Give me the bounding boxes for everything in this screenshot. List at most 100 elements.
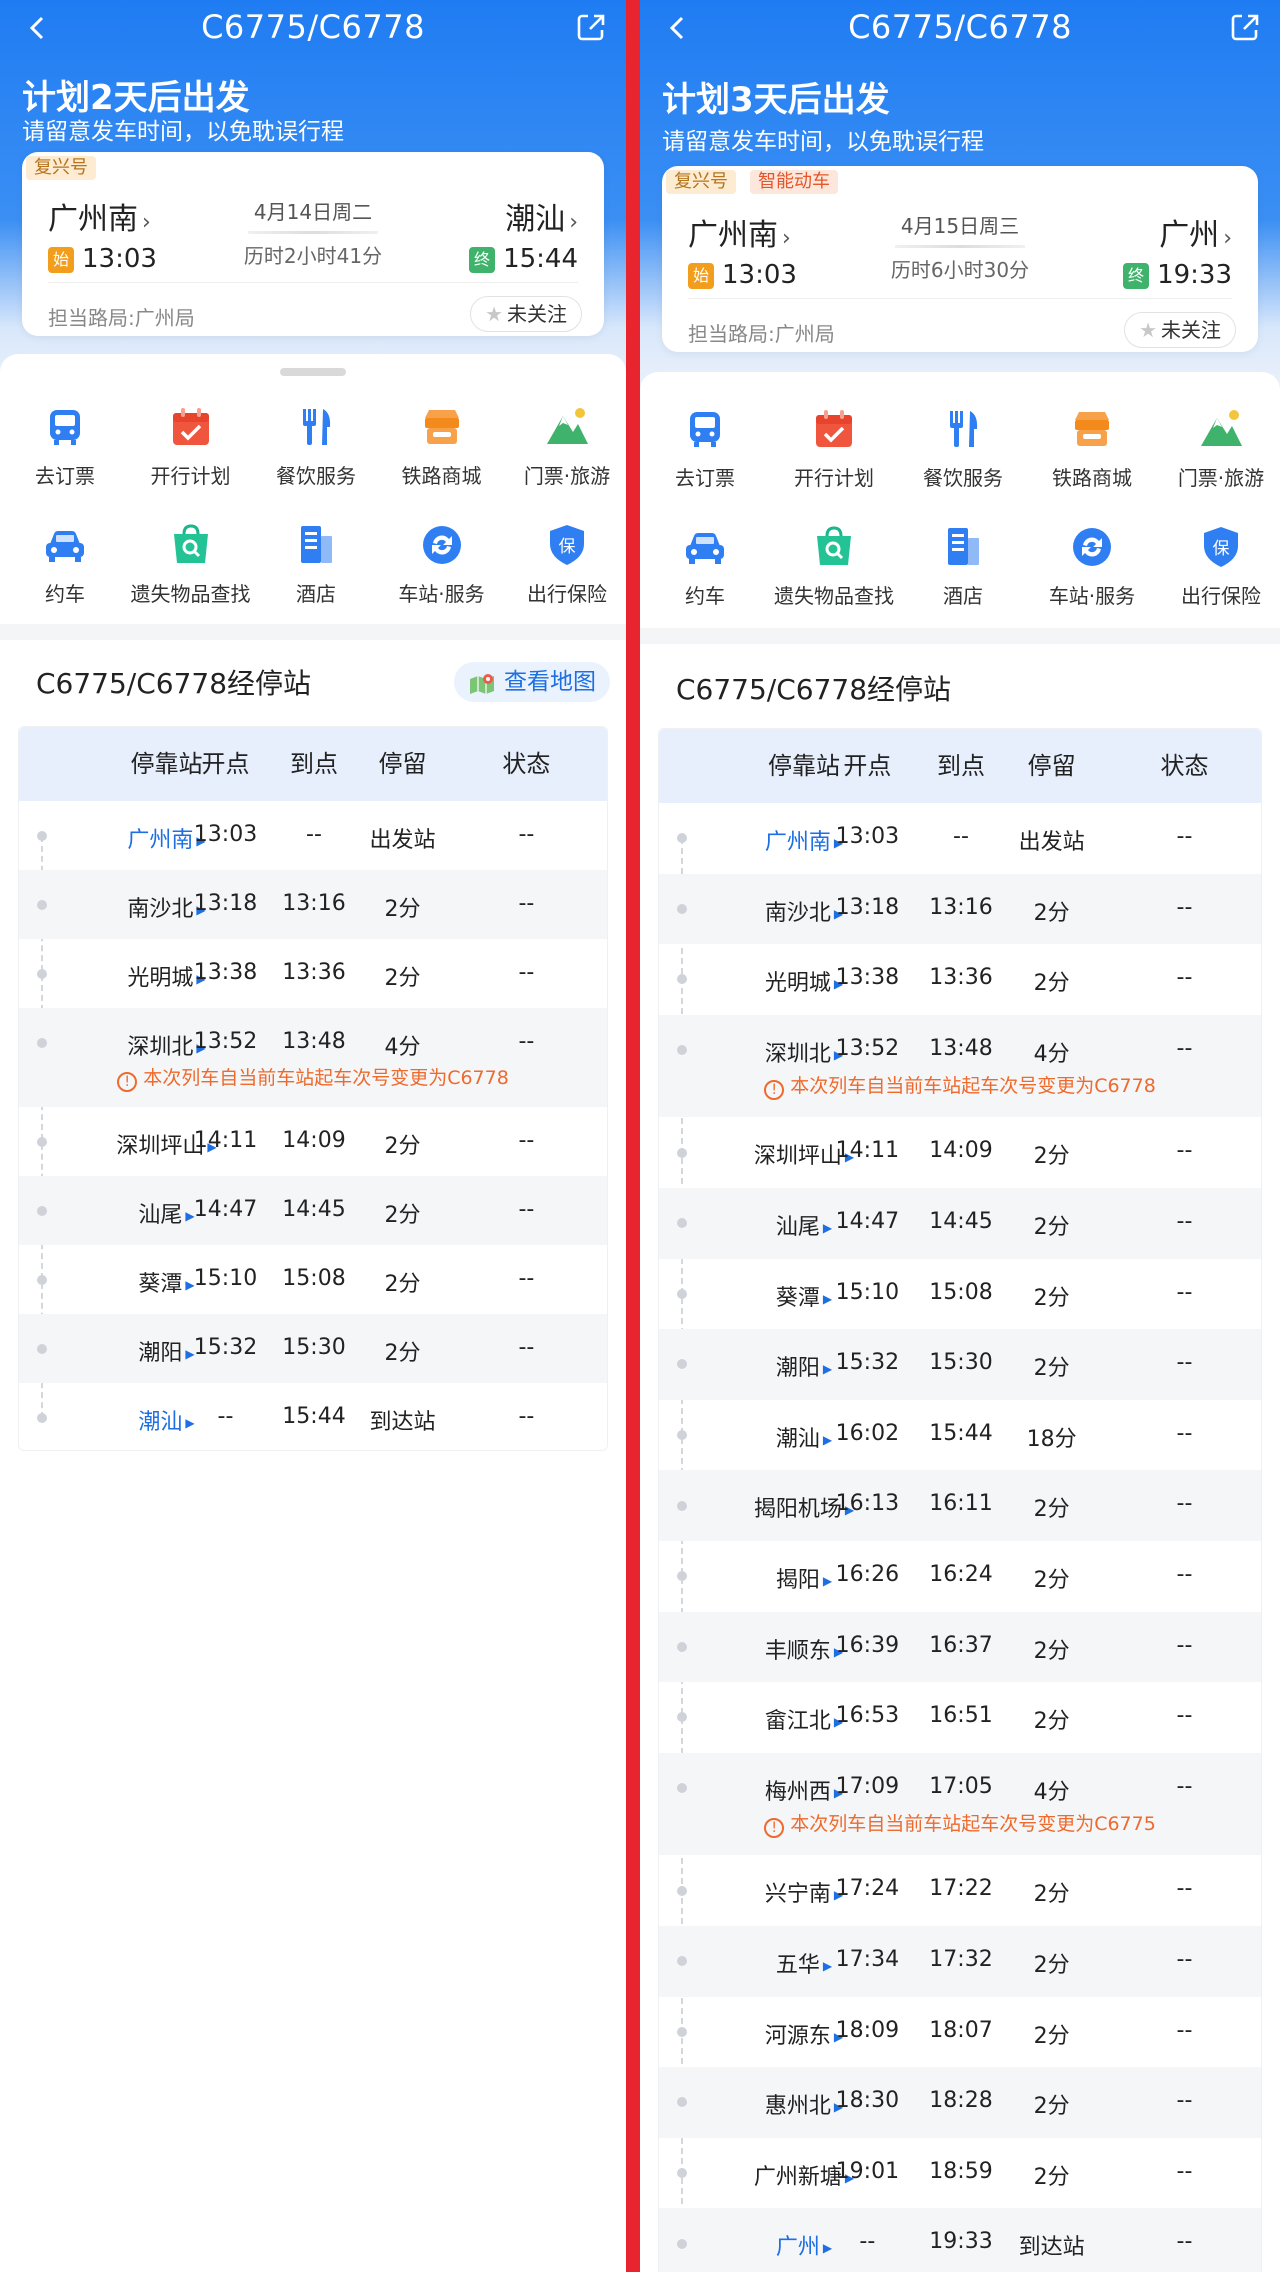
- origin-station[interactable]: 广州南 ›: [688, 210, 791, 254]
- share-icon[interactable]: [1230, 12, 1260, 42]
- stop-status: --: [1176, 2229, 1193, 2255]
- stop-dot: [677, 1045, 687, 1056]
- tickets-travel-button[interactable]: 门票·旅游: [1158, 406, 1280, 491]
- railway-mall-button[interactable]: 铁路商城: [379, 404, 505, 489]
- service-label: 酒店: [296, 582, 336, 606]
- stop-status: --: [1176, 1632, 1193, 1658]
- travel-date: 4月14日周二: [253, 200, 373, 224]
- stop-dot: [677, 2238, 687, 2249]
- terminal-station[interactable]: 潮汕 ›: [505, 194, 578, 238]
- table-row[interactable]: 南沙北 ▶ 13:18 13:16 2分 --: [659, 873, 1261, 945]
- table-row[interactable]: 汕尾 ▶ 14:47 14:45 2分 --: [19, 1176, 607, 1245]
- train-number-change-note: ! 本次列车自当前车站起车次号变更为C6775: [659, 1809, 1261, 1839]
- section-gap: [640, 628, 1280, 644]
- car-hailing-button[interactable]: 约车: [2, 522, 128, 607]
- table-row[interactable]: 深圳北 ▶ 13:52 13:48 4分 --! 本次列车自当前车站起车次号变更为C6778: [659, 1014, 1261, 1118]
- station-service-button[interactable]: 车站·服务: [379, 522, 505, 607]
- table-row[interactable]: 光明城 ▶ 13:38 13:36 2分 --: [19, 939, 607, 1008]
- stops-table: 停靠站 开点 到点 停留 状态 广州南 ▶ 13:03 -- 出发站 -- 南沙北 ▶ 13:18 13:1…: [658, 728, 1262, 2272]
- service-label: 遗失物品查找: [130, 582, 251, 606]
- mall-icon: [1069, 406, 1115, 452]
- view-map-button[interactable]: 查看地图: [454, 662, 610, 702]
- lost-found-button[interactable]: 遗失物品查找: [128, 522, 254, 607]
- terminal-station-name: 潮汕: [505, 202, 566, 237]
- trip-duration: 历时6小时30分: [890, 258, 1030, 282]
- table-row[interactable]: 潮汕 ▶ 16:02 15:44 18分 --: [659, 1400, 1261, 1471]
- table-row[interactable]: 深圳北 ▶ 13:52 13:48 4分 --! 本次列车自当前车站起车次号变更为C6778: [19, 1008, 607, 1107]
- stop-status: --: [518, 1128, 535, 1153]
- table-row[interactable]: 河源东 ▶ 18:09 18:07 2分 --: [659, 1997, 1261, 2068]
- table-row[interactable]: 潮阳 ▶ 15:32 15:30 2分 --: [19, 1314, 607, 1383]
- right-screen: C6775/C6778 计划3天后出发 请留意发车时间，以免耽误行程 复兴号 智能动车广…: [640, 0, 1280, 2272]
- plan-icon: [168, 404, 214, 450]
- station-service-button[interactable]: 车站·服务: [1029, 524, 1155, 609]
- table-row[interactable]: 畲江北 ▶ 16:53 16:51 2分 --: [659, 1682, 1261, 1753]
- table-row[interactable]: 潮阳 ▶ 15:32 15:30 2分 --: [659, 1329, 1261, 1400]
- book-ticket-button[interactable]: 去订票: [2, 404, 128, 489]
- table-row[interactable]: 广州 ▶ -- 19:33 到达站 --: [659, 2208, 1261, 2272]
- travel-insurance-button[interactable]: 保出行保险: [1158, 524, 1280, 609]
- table-row[interactable]: 深圳坪山 ▶ 14:11 14:09 2分 --: [659, 1117, 1261, 1188]
- stop-status: --: [518, 960, 535, 985]
- terminal-station[interactable]: 广州 ›: [1159, 210, 1232, 254]
- car-hailing-button[interactable]: 约车: [642, 524, 768, 609]
- stop-dot: [37, 899, 47, 910]
- table-row[interactable]: 广州南 ▶ 13:03 -- 出发站 --: [659, 803, 1261, 874]
- stop-duration: 2分: [1033, 2094, 1070, 2120]
- table-row[interactable]: 揭阳机场 ▶ 16:13 16:11 2分 --: [659, 1470, 1261, 1541]
- chevron-right-icon: ›: [782, 226, 791, 251]
- table-row[interactable]: 五华 ▶ 17:34 17:32 2分 --: [659, 1926, 1261, 1997]
- railway-mall-button[interactable]: 铁路商城: [1029, 406, 1155, 491]
- table-row[interactable]: 广州新塘 ▶ 19:01 18:59 2分 --: [659, 2138, 1261, 2209]
- table-row[interactable]: 兴宁南 ▶ 17:24 17:22 2分 --: [659, 1855, 1261, 1926]
- stop-dot: [37, 1343, 47, 1354]
- table-row[interactable]: 广州南 ▶ 13:03 -- 出发站 --: [19, 801, 607, 870]
- table-row[interactable]: 南沙北 ▶ 13:18 13:16 2分 --: [19, 870, 607, 939]
- table-row[interactable]: 汕尾 ▶ 14:47 14:45 2分 --: [659, 1188, 1261, 1259]
- table-row[interactable]: 梅州西 ▶ 17:09 17:05 4分 --! 本次列车自当前车站起车次号变更为C6775: [659, 1752, 1261, 1856]
- table-row[interactable]: 惠州北 ▶ 18:30 18:28 2分 --: [659, 2067, 1261, 2138]
- dining-service-button[interactable]: 餐饮服务: [253, 404, 379, 489]
- table-row[interactable]: 丰顺东 ▶ 16:39 16:37 2分 --: [659, 1611, 1261, 1683]
- dining-service-button[interactable]: 餐饮服务: [900, 406, 1026, 491]
- tickets-travel-button[interactable]: 门票·旅游: [504, 404, 626, 489]
- warning-icon: !: [764, 1818, 785, 1839]
- stop-dot: [37, 830, 47, 841]
- hotel-button[interactable]: 酒店: [253, 522, 379, 607]
- station-service-icon: [419, 522, 465, 568]
- stop-duration: 2分: [384, 1272, 421, 1297]
- fuxing-tag: 复兴号: [666, 170, 736, 194]
- stop-dot: [37, 1205, 47, 1216]
- hotel-button[interactable]: 酒店: [900, 524, 1026, 609]
- stop-duration: 4分: [1033, 1779, 1070, 1805]
- follow-button[interactable]: ★ 未关注: [470, 296, 582, 332]
- train-plan-button[interactable]: 开行计划: [771, 406, 897, 491]
- service-label: 餐饮服务: [276, 464, 356, 488]
- stop-status: --: [1176, 1138, 1193, 1164]
- star-icon: ★: [1139, 318, 1157, 342]
- trip-line: [248, 231, 378, 234]
- share-icon[interactable]: [576, 12, 606, 42]
- table-row[interactable]: 光明城 ▶ 13:38 13:36 2分 --: [659, 944, 1261, 1015]
- insurance-icon: 保: [1198, 524, 1244, 570]
- lost-found-button[interactable]: 遗失物品查找: [771, 524, 897, 609]
- origin-station[interactable]: 广州南 ›: [48, 194, 151, 238]
- train-plan-button[interactable]: 开行计划: [128, 404, 254, 489]
- mall-icon: [419, 404, 465, 450]
- follow-button[interactable]: ★ 未关注: [1124, 312, 1236, 348]
- start-badge: 始: [48, 246, 74, 273]
- train-info-card: 复兴号 智能动车 广州南 › 广州 › 始 13:03 终 19:33 4月15日周三 历时6小时30…: [662, 166, 1258, 352]
- stop-status: --: [1176, 1773, 1193, 1799]
- trip-summary: 4月14日周二 历时2小时41分: [233, 196, 393, 269]
- table-row[interactable]: 葵潭 ▶ 15:10 15:08 2分 --: [19, 1245, 607, 1314]
- table-row[interactable]: 潮汕 ▶ -- 15:44 到达站 --: [19, 1383, 607, 1452]
- map-icon: [468, 670, 496, 694]
- table-row[interactable]: 葵潭 ▶ 15:10 15:08 2分 --: [659, 1259, 1261, 1330]
- drag-handle[interactable]: [280, 368, 346, 376]
- end-badge: 终: [469, 246, 496, 273]
- book-ticket-button[interactable]: 去订票: [642, 406, 768, 491]
- travel-insurance-button[interactable]: 保出行保险: [504, 522, 626, 607]
- service-label: 开行计划: [794, 466, 874, 490]
- table-row[interactable]: 揭阳 ▶ 16:26 16:24 2分 --: [659, 1541, 1261, 1612]
- table-row[interactable]: 深圳坪山 ▶ 14:11 14:09 2分 --: [19, 1107, 607, 1176]
